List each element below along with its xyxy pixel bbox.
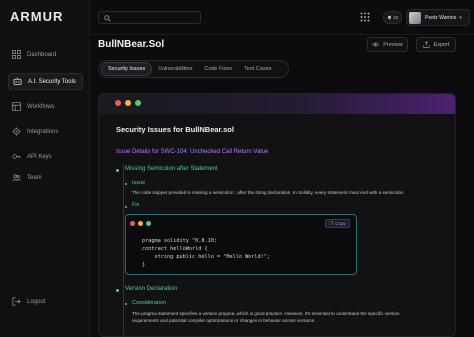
item-title: Missing Semicolon after Statement <box>125 166 218 172</box>
code-dot-green <box>146 221 151 226</box>
code-line: } <box>142 262 146 268</box>
key-icon <box>12 154 21 159</box>
window-bar <box>99 94 455 114</box>
tab-code-fixes[interactable]: Code Fixes <box>198 62 238 76</box>
window-dot-yellow <box>125 100 131 106</box>
bell-icon <box>387 15 391 20</box>
logout-icon <box>12 297 21 306</box>
sidebar: ARMUR Dashboard A.I. Security Tools Work… <box>0 0 90 337</box>
issue-text: The code snippet provided is missing a s… <box>132 190 405 195</box>
user-menu[interactable]: Peetz Warrios ▾ <box>406 9 470 26</box>
notification-badge[interactable]: 15 <box>383 11 402 24</box>
report-panel: Security Issues for BullNBear.sol Issue … <box>98 93 456 337</box>
code-line: pragma solidity ^0.8.10; <box>142 238 217 244</box>
team-icon <box>12 174 21 182</box>
copy-icon: ❐ <box>329 220 334 226</box>
sidebar-item-label: API Keys <box>27 153 52 160</box>
bullet <box>125 206 127 208</box>
consideration-text: requirements and potential compiler opti… <box>132 318 316 323</box>
sidebar-item-label: Dashboard <box>27 51 57 58</box>
robot-icon <box>13 77 22 86</box>
sidebar-item-label: Integrations <box>27 128 59 135</box>
sidebar-item-label: Workflows <box>27 103 55 110</box>
apps-grid-icon[interactable] <box>360 12 370 22</box>
top-bar: 15 Peetz Warrios ▾ <box>90 0 474 35</box>
fix-label: Fix <box>132 202 140 208</box>
eye-icon <box>372 42 380 47</box>
integrations-icon <box>12 127 21 136</box>
issue-detail-title: Issue Details for SWC-104: Unchecked Cal… <box>116 149 269 155</box>
workflow-icon <box>12 102 21 111</box>
tab-bar: Security Issues Vulnerabilities Code Fix… <box>98 60 289 78</box>
consideration-text: The pragma statement specifies a version… <box>132 311 400 316</box>
brand-logo[interactable]: ARMUR <box>10 9 63 24</box>
sidebar-item-workflows[interactable]: Workflows <box>8 98 83 115</box>
report-heading: Security Issues for BullNBear.sol <box>116 125 234 134</box>
preview-button[interactable]: Preview <box>367 37 408 52</box>
bullet <box>116 169 119 172</box>
export-icon <box>422 41 430 48</box>
avatar <box>409 11 421 24</box>
copy-button[interactable]: ❐ Copy <box>325 219 350 228</box>
code-dot-red <box>130 221 135 226</box>
sidebar-item-ai-security-tools[interactable]: A.I. Security Tools <box>8 73 83 90</box>
chevron-down-icon: ▾ <box>459 14 462 21</box>
consideration-label: Consideration <box>132 300 166 306</box>
preview-label: Preview <box>383 41 403 48</box>
code-line: contract helloWorld { <box>142 246 208 252</box>
search-icon <box>104 14 111 22</box>
notification-count: 15 <box>392 15 398 20</box>
bullet <box>125 183 127 185</box>
sidebar-item-label: Team <box>27 174 42 181</box>
user-name: Peetz Warrios <box>425 14 457 21</box>
bullet <box>125 303 127 305</box>
tree-line <box>123 165 124 335</box>
tab-vulnerabilities[interactable]: Vulnerabilities <box>152 62 198 76</box>
window-dot-green <box>135 100 141 106</box>
report-content: Security Issues for BullNBear.sol Issue … <box>116 125 441 335</box>
sidebar-item-label: A.I. Security Tools <box>28 78 76 85</box>
tab-test-cases[interactable]: Test Cases <box>238 62 277 76</box>
logout-label: Logout <box>27 298 46 305</box>
search-input[interactable] <box>98 11 201 24</box>
window-dot-red <box>115 100 121 106</box>
sidebar-item-integrations[interactable]: Integrations <box>8 123 83 140</box>
sidebar-item-dashboard[interactable]: Dashboard <box>8 46 83 63</box>
sidebar-item-api-keys[interactable]: API Keys <box>8 148 83 165</box>
item-title: Version Declaration <box>125 286 178 292</box>
sidebar-item-team[interactable]: Team <box>8 169 83 186</box>
logout-button[interactable]: Logout <box>8 293 83 310</box>
code-dot-yellow <box>138 221 143 226</box>
issue-label: Issue <box>132 180 146 186</box>
copy-label: Copy <box>335 221 346 226</box>
bullet <box>116 289 119 292</box>
grid-icon <box>12 50 21 59</box>
export-button[interactable]: Export <box>416 37 456 52</box>
code-block: ❐ Copy pragma solidity ^0.8.10; contract… <box>125 214 357 275</box>
page-title: BullNBear.Sol <box>98 39 165 50</box>
code-line: string public hello = "Hello World!"; <box>142 254 271 260</box>
tab-security-issues[interactable]: Security Issues <box>101 62 153 76</box>
export-label: Export <box>433 41 450 48</box>
